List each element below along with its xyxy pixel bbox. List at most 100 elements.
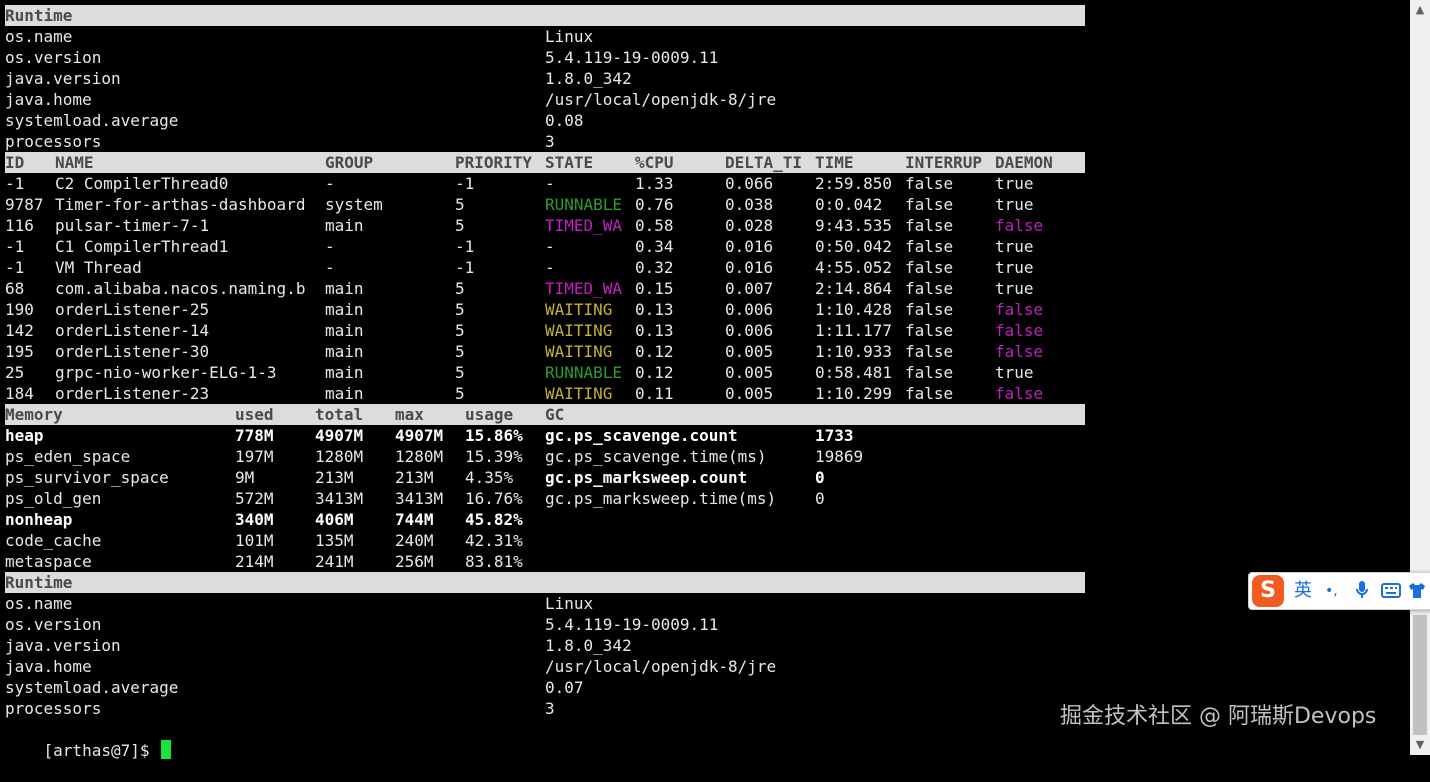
scroll-up-arrow-icon[interactable]: ▲ (1410, 0, 1430, 20)
thread-state: - (545, 174, 555, 193)
memory-row: ps_survivor_space 9M 213M 213M 4.35% gc.ps_ma… (5, 467, 1085, 488)
ime-toolbar[interactable]: S 英 •, (1248, 572, 1430, 610)
thread-time: 4:55.052 (815, 258, 893, 277)
thread-state: RUNNABLE (545, 363, 623, 382)
memory-usage: 83.81% (465, 552, 523, 571)
thread-priority: 5 (455, 216, 465, 235)
thread-name: pulsar-timer-7-1 (55, 216, 210, 235)
memory-usage: 45.82% (465, 510, 523, 529)
shirt-icon[interactable] (1407, 579, 1427, 608)
memory-pool-name: metaspace (5, 552, 92, 571)
runtime-top-row: processors 3 (5, 131, 1085, 152)
thread-daemon: false (995, 384, 1044, 403)
runtime-value: 1.8.0_342 (545, 69, 632, 88)
keyboard-icon[interactable] (1381, 579, 1401, 608)
memory-row: heap 778M 4907M 4907M 15.86% gc.ps_scavenge.c… (5, 425, 1085, 446)
thread-group: system (325, 195, 383, 214)
thread-daemon: true (995, 258, 1034, 277)
thread-state: - (545, 258, 555, 277)
memory-max: 744M (395, 510, 434, 529)
memory-row: nonheap 340M 406M 744M 45.82% (5, 509, 1085, 530)
thread-name: grpc-nio-worker-ELG-1-3 (55, 363, 277, 382)
language-toggle[interactable]: 英 (1294, 579, 1312, 603)
thread-delta: 0.007 (725, 279, 774, 298)
thread-name: orderListener-25 (55, 300, 210, 319)
runtime-value: 3 (545, 699, 555, 718)
thread-delta: 0.005 (725, 384, 774, 403)
column-header-id: ID (5, 153, 25, 172)
command-prompt-line[interactable]: [arthas@7]$ (5, 719, 1085, 760)
scroll-down-arrow-icon[interactable]: ▼ (1410, 735, 1430, 755)
thread-cpu: 0.32 (635, 258, 674, 277)
runtime-key: os.version (5, 48, 102, 67)
runtime-top-row: java.home/usr/local/openjdk-8/jre (5, 89, 1085, 110)
punctuation-toggle[interactable]: •, (1325, 579, 1338, 603)
thread-daemon: true (995, 195, 1034, 214)
thread-interrupted: false (905, 216, 954, 235)
memory-usage: 16.76% (465, 489, 523, 508)
runtime-bottom-row: java.version 1.8.0_342 (5, 635, 1085, 656)
thread-time: 2:59.850 (815, 174, 893, 193)
column-header-total: total (315, 405, 364, 424)
thread-cpu: 0.13 (635, 300, 674, 319)
thread-delta: 0.028 (725, 216, 774, 235)
memory-row: code_cache 101M 135M 240M 42.31% (5, 530, 1085, 551)
memory-usage: 15.39% (465, 447, 523, 466)
thread-state: WAITING (545, 342, 613, 361)
thread-row: -1 C2 CompilerThread0 - -1 - 1.33 0.066 2:59.85… (5, 173, 1085, 194)
terminal[interactable]: Runtime os.name Linux os.version 5.4.119-19-… (5, 5, 1085, 760)
memory-total: 241M (315, 552, 354, 571)
vertical-scrollbar[interactable]: ▲ ▼ (1410, 0, 1430, 755)
thread-priority: 5 (455, 321, 465, 340)
thread-time: 0:58.481 (815, 363, 893, 382)
thread-row: -1 C1 CompilerThread1 - -1 - 0.34 0.016 0:50.04… (5, 236, 1085, 257)
scrollbar-thumb[interactable] (1413, 615, 1427, 735)
memory-total: 406M (315, 510, 354, 529)
runtime-key: os.name (5, 27, 73, 46)
thread-time: 0:0.042 (815, 195, 883, 214)
gc-metric-name: gc.ps_marksweep.count (545, 468, 748, 487)
runtime-value: /usr/local/openjdk-8/jre (545, 90, 777, 109)
column-header-priority: PRIORITY (455, 153, 533, 172)
gc-metric-name: gc.ps_scavenge.time(ms) (545, 447, 767, 466)
runtime-value: 5.4.119-19-0009.11 (545, 48, 719, 67)
thread-id: 116 (5, 216, 34, 235)
thread-state: WAITING (545, 384, 613, 403)
column-header-max: max (395, 405, 424, 424)
thread-cpu: 0.13 (635, 321, 674, 340)
thread-delta: 0.006 (725, 300, 774, 319)
thread-group: main (325, 384, 364, 403)
runtime-key: java.version (5, 69, 121, 88)
thread-daemon: true (995, 363, 1034, 382)
memory-pool-name: ps_eden_space (5, 447, 131, 466)
memory-usage: 4.35% (465, 468, 514, 487)
memory-max: 1280M (395, 447, 444, 466)
thread-time: 1:10.299 (815, 384, 893, 403)
memory-used: 778M (235, 426, 274, 445)
thread-interrupted: false (905, 363, 954, 382)
thread-group: main (325, 216, 364, 235)
thread-id: -1 (5, 174, 25, 193)
memory-max: 3413M (395, 489, 444, 508)
memory-used: 340M (235, 510, 274, 529)
runtime-key: processors (5, 699, 102, 718)
memory-used: 197M (235, 447, 274, 466)
microphone-icon[interactable] (1355, 579, 1369, 608)
thread-id: 195 (5, 342, 34, 361)
thread-group: main (325, 342, 364, 361)
memory-row: metaspace 214M 241M 256M 83.81% (5, 551, 1085, 572)
memory-usage: 42.31% (465, 531, 523, 550)
thread-priority: 5 (455, 279, 465, 298)
runtime-bottom-row: java.home/usr/local/openjdk-8/jre (5, 656, 1085, 677)
sogou-logo-icon[interactable]: S (1252, 575, 1284, 607)
runtime-top-row: java.version 1.8.0_342 (5, 68, 1085, 89)
thread-interrupted: false (905, 279, 954, 298)
memory-pool-name: code_cache (5, 531, 102, 550)
thread-time: 1:10.428 (815, 300, 893, 319)
runtime-key: systemload.average (5, 111, 179, 130)
memory-pool-name: ps_survivor_space (5, 468, 169, 487)
runtime-value: Linux (545, 27, 594, 46)
thread-group: main (325, 321, 364, 340)
memory-used: 214M (235, 552, 274, 571)
thread-row: 68 com.alibaba.nacos.naming.b main 5 TIMED_W… (5, 278, 1085, 299)
